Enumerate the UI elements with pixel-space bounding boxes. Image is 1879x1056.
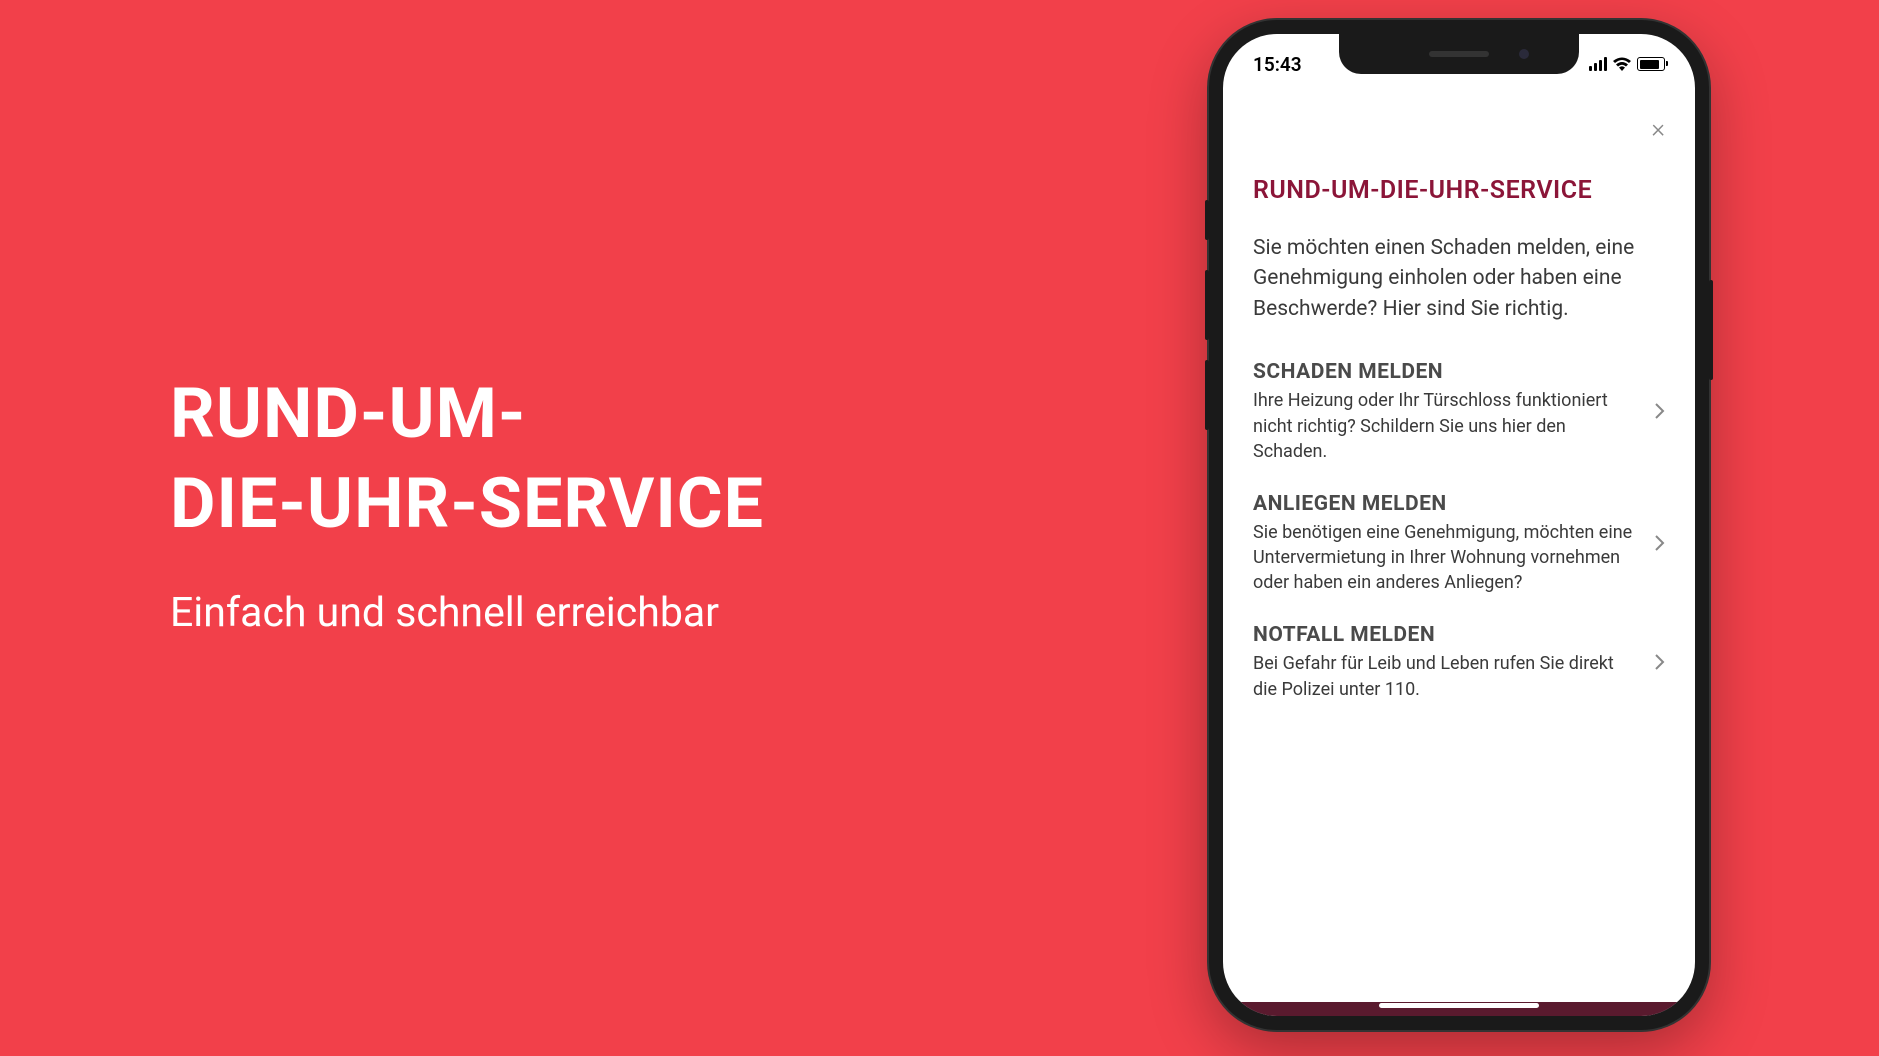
app-content: × RUND-UM-DIE-UHR-SERVICE Sie möchten ei… [1223, 86, 1695, 1002]
home-indicator[interactable] [1379, 1003, 1539, 1008]
page-title: RUND-UM-DIE-UHR-SERVICE [1253, 176, 1665, 205]
page-intro: Sie möchten einen Schaden melden, eine G… [1253, 233, 1665, 324]
hero-text-block: RUND-UM- DIE-UHR-SERVICE Einfach und sch… [170, 370, 764, 637]
list-item-desc: Ihre Heizung oder Ihr Türschloss funktio… [1253, 388, 1641, 464]
hero-title-line1: RUND-UM- [170, 373, 526, 455]
phone-notch [1339, 34, 1579, 74]
status-time: 15:43 [1253, 53, 1302, 76]
hero-title-line2: DIE-UHR-SERVICE [170, 463, 764, 545]
list-item-content: NOTFALL MELDEN Bei Gefahr für Leib und L… [1253, 623, 1655, 701]
status-icons [1589, 57, 1665, 71]
chevron-right-icon [1655, 532, 1665, 556]
wifi-icon [1613, 57, 1631, 71]
phone-volume-up [1205, 270, 1209, 340]
chevron-right-icon [1655, 400, 1665, 424]
list-item-content: SCHADEN MELDEN Ihre Heizung oder Ihr Tür… [1253, 360, 1655, 464]
phone-screen: 15:43 × RUND-UM-DIE-UHR-SERVICE [1223, 34, 1695, 1016]
list-item-title: SCHADEN MELDEN [1253, 360, 1641, 384]
hero-title: RUND-UM- DIE-UHR-SERVICE [170, 370, 764, 549]
hero-subtitle: Einfach und schnell erreichbar [170, 589, 764, 637]
phone-volume-down [1205, 360, 1209, 430]
list-item-notfall[interactable]: NOTFALL MELDEN Bei Gefahr für Leib und L… [1253, 623, 1665, 701]
list-item-content: ANLIEGEN MELDEN Sie benötigen eine Geneh… [1253, 492, 1655, 596]
list-item-schaden[interactable]: SCHADEN MELDEN Ihre Heizung oder Ihr Tür… [1253, 360, 1665, 464]
list-item-desc: Bei Gefahr für Leib und Leben rufen Sie … [1253, 651, 1641, 701]
notch-speaker [1429, 51, 1489, 57]
phone-power-button [1709, 280, 1713, 380]
list-item-title: NOTFALL MELDEN [1253, 623, 1641, 647]
close-button[interactable]: × [1651, 116, 1665, 142]
battery-icon [1637, 57, 1665, 71]
list-item-title: ANLIEGEN MELDEN [1253, 492, 1641, 516]
signal-icon [1589, 57, 1607, 71]
list-item-desc: Sie benötigen eine Genehmigung, möchten … [1253, 520, 1641, 596]
chevron-right-icon [1655, 651, 1665, 675]
list-item-anliegen[interactable]: ANLIEGEN MELDEN Sie benötigen eine Geneh… [1253, 492, 1665, 596]
phone-silent-switch [1205, 200, 1209, 240]
phone-frame: 15:43 × RUND-UM-DIE-UHR-SERVICE [1209, 20, 1709, 1030]
notch-camera [1519, 49, 1529, 59]
